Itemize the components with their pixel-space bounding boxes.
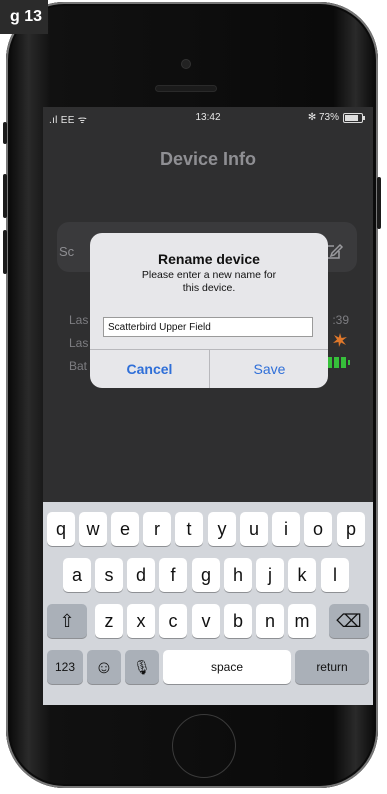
page-title: Device Info — [159, 149, 257, 169]
dialog-message-line2: this device. — [182, 282, 236, 294]
key-x[interactable]: x — [127, 604, 155, 638]
earpiece-speaker — [156, 86, 216, 91]
key-l[interactable]: l — [321, 558, 349, 592]
battery-icon — [343, 112, 365, 123]
key-m[interactable]: m — [288, 604, 316, 638]
device-name-label: Sc — [59, 244, 75, 259]
battery-percent: ✻ 73% — [307, 112, 339, 123]
key-q[interactable]: q — [47, 512, 75, 546]
last-seen-label: Las — [69, 313, 89, 327]
power-button — [377, 177, 381, 229]
numbers-key[interactable]: 123 — [47, 650, 83, 684]
key-g[interactable]: g — [192, 558, 220, 592]
save-button[interactable]: Save — [210, 350, 328, 388]
phone-frame: .ıl EE ᯤ 13:42 ✻ 73% Device Info Sc Las … — [3, 2, 381, 788]
key-p[interactable]: p — [337, 512, 365, 546]
microphone-key[interactable]: 🎙 — [125, 650, 159, 684]
phone-screen: .ıl EE ᯤ 13:42 ✻ 73% Device Info Sc Las … — [43, 107, 373, 705]
key-w[interactable]: w — [79, 512, 107, 546]
key-n[interactable]: n — [256, 604, 284, 638]
mute-switch — [3, 122, 7, 144]
key-h[interactable]: h — [224, 558, 252, 592]
key-a[interactable]: a — [63, 558, 91, 592]
key-y[interactable]: y — [208, 512, 236, 546]
key-r[interactable]: r — [143, 512, 171, 546]
key-t[interactable]: t — [175, 512, 203, 546]
status-bar: .ıl EE ᯤ 13:42 ✻ 73% — [43, 107, 373, 129]
key-s[interactable]: s — [95, 558, 123, 592]
key-v[interactable]: v — [192, 604, 220, 638]
explosion-icon — [333, 333, 347, 347]
figure-tag-label: g 13 — [9, 8, 42, 25]
battery-label: Bat — [69, 359, 88, 373]
home-button[interactable] — [172, 714, 236, 778]
key-j[interactable]: j — [256, 558, 284, 592]
dialog-message: Please enter a new name for this device. — [124, 269, 294, 295]
dialog-message-line1: Please enter a new name for — [141, 269, 277, 281]
key-c[interactable]: c — [159, 604, 187, 638]
return-key[interactable]: return — [295, 650, 369, 684]
key-b[interactable]: b — [224, 604, 252, 638]
key-i[interactable]: i — [272, 512, 300, 546]
key-o[interactable]: o — [304, 512, 332, 546]
volume-up-button — [3, 174, 7, 218]
front-camera — [182, 60, 190, 68]
keyboard: q w e r t y u i o p a s d f g h j k l ⇧ … — [43, 502, 373, 705]
key-u[interactable]: u — [240, 512, 268, 546]
device-battery-icon — [327, 357, 350, 368]
shift-key[interactable]: ⇧ — [47, 604, 87, 638]
delete-key[interactable]: ⌫ — [329, 604, 369, 638]
rename-dialog: Rename device Please enter a new name fo… — [90, 233, 328, 388]
device-name-input[interactable] — [103, 317, 313, 337]
last-event-label: Las — [69, 336, 89, 350]
last-seen-value: :39 — [332, 313, 349, 327]
key-k[interactable]: k — [288, 558, 316, 592]
emoji-key[interactable]: ☺ — [87, 650, 121, 684]
space-key[interactable]: space — [163, 650, 291, 684]
key-e[interactable]: e — [111, 512, 139, 546]
key-f[interactable]: f — [159, 558, 187, 592]
dialog-title: Rename device — [158, 251, 260, 267]
cancel-button[interactable]: Cancel — [90, 350, 209, 388]
key-z[interactable]: z — [95, 604, 123, 638]
key-d[interactable]: d — [127, 558, 155, 592]
volume-down-button — [3, 230, 7, 274]
figure-tag: g 13 — [0, 0, 48, 34]
battery-status: ✻ 73% — [307, 112, 365, 123]
